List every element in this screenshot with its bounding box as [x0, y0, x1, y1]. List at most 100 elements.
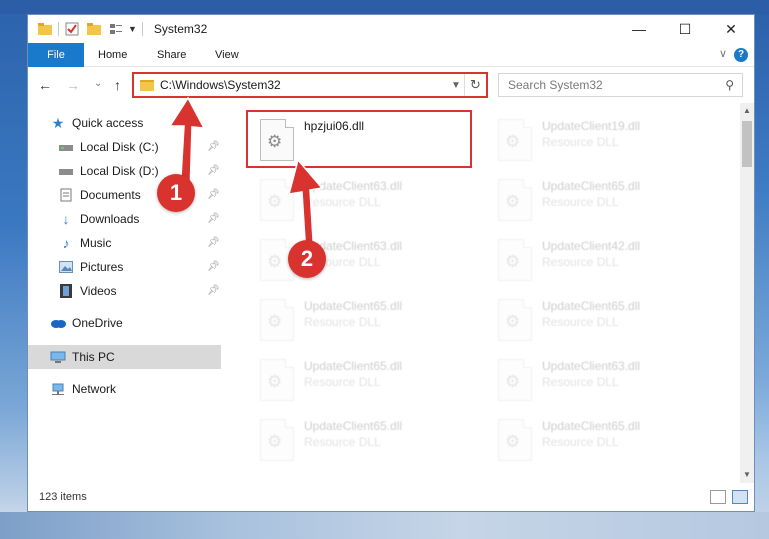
large-icons-view-icon[interactable] — [732, 490, 748, 504]
step-1-badge: 1 — [157, 174, 195, 212]
toolbar-separator — [58, 22, 59, 36]
minimize-button[interactable]: — — [616, 15, 662, 43]
dll-file-icon: ⚙ — [498, 179, 532, 221]
file-highlight-box — [246, 110, 472, 168]
sidebar-item-music[interactable]: ♪ Music — [58, 231, 112, 255]
search-input[interactable]: Search System32 ⚲ — [498, 73, 743, 97]
sidebar-item-documents[interactable]: Documents — [58, 183, 141, 207]
pictures-icon — [58, 259, 74, 275]
dll-file-icon: ⚙ — [498, 419, 532, 461]
desktop-background-bottom — [0, 512, 769, 539]
file-explorer-window: ▼ System32 — ☐ ✕ File Home Share View ∨ … — [27, 14, 755, 512]
documents-icon — [58, 187, 74, 203]
file-item[interactable]: ⚙ UpdateClient65.dll Resource DLL — [252, 415, 482, 467]
file-item[interactable]: ⚙ UpdateClient42.dll Resource DLL — [490, 235, 720, 287]
dll-file-icon: ⚙ — [498, 299, 532, 341]
dll-file-icon: ⚙ — [498, 239, 532, 281]
tab-share[interactable]: Share — [157, 43, 186, 67]
sidebar-item-local-disk-d[interactable]: Local Disk (D:) — [58, 159, 159, 183]
sidebar-item-network[interactable]: Network — [50, 377, 116, 401]
file-name: UpdateClient65.dll — [304, 419, 403, 433]
customize-toolbar-icon[interactable] — [108, 21, 124, 37]
expand-ribbon-icon[interactable]: ∨ — [719, 47, 727, 60]
item-count: 123 items — [39, 491, 87, 503]
refresh-icon[interactable]: ↻ — [464, 74, 486, 96]
sidebar-item-quick-access[interactable]: ★ Quick access — [50, 111, 144, 135]
new-folder-icon[interactable] — [86, 21, 102, 37]
dll-file-icon: ⚙ — [498, 119, 532, 161]
file-name: UpdateClient19.dll — [542, 119, 641, 133]
folder-icon[interactable] — [37, 21, 53, 37]
address-path[interactable]: C:\Windows\System32 — [160, 78, 448, 92]
search-icon[interactable]: ⚲ — [725, 78, 734, 92]
cloud-icon — [50, 315, 66, 331]
sidebar-item-label: Downloads — [80, 212, 140, 226]
file-name: UpdateClient65.dll — [304, 299, 403, 313]
sidebar-item-label: Local Disk (D:) — [80, 164, 159, 178]
dll-file-icon: ⚙ — [260, 299, 294, 341]
file-name: UpdateClient65.dll — [542, 299, 641, 313]
sidebar-item-label: Music — [80, 236, 112, 250]
sidebar-item-downloads[interactable]: ↓ Downloads — [58, 207, 140, 231]
sidebar-item-label: Pictures — [80, 260, 124, 274]
chevron-down-icon[interactable]: ▼ — [448, 80, 464, 91]
tab-home[interactable]: Home — [98, 43, 127, 67]
back-button[interactable]: ← — [38, 77, 52, 93]
sidebar-item-label: Videos — [80, 284, 117, 298]
sidebar-item-pictures[interactable]: Pictures — [58, 255, 123, 279]
sidebar-item-label: Quick access — [72, 116, 144, 130]
file-item[interactable]: ⚙ UpdateClient65.dll Resource DLL — [252, 355, 482, 407]
vertical-scrollbar[interactable]: ▲ ▼ — [740, 103, 754, 483]
pin-icon[interactable]: 📌︎ — [207, 213, 220, 224]
network-icon — [50, 381, 66, 397]
file-item[interactable]: ⚙ UpdateClient65.dll Resource DLL — [490, 175, 720, 227]
qa-dropdown-icon[interactable]: ▼ — [128, 24, 137, 34]
drive-icon — [58, 139, 74, 155]
download-icon: ↓ — [62, 211, 70, 227]
ribbon-tabs: File Home Share View ∨ ? — [28, 43, 754, 67]
details-view-icon[interactable] — [710, 490, 726, 504]
sidebar-item-label: Local Disk (C:) — [80, 140, 159, 154]
videos-icon — [58, 283, 74, 299]
navigation-bar: ← → ⌄ ↑ C:\Windows\System32 ▼ ↻ Search S… — [28, 67, 754, 103]
forward-button[interactable]: → — [66, 77, 80, 93]
sidebar-item-label: Documents — [80, 188, 141, 202]
sidebar-item-label: This PC — [72, 350, 115, 364]
scroll-thumb[interactable] — [742, 121, 752, 167]
tab-view[interactable]: View — [215, 43, 239, 67]
dll-file-icon: ⚙ — [498, 359, 532, 401]
close-button[interactable]: ✕ — [708, 15, 754, 43]
file-item[interactable]: ⚙ UpdateClient19.dll Resource DLL — [490, 115, 720, 167]
file-type: Resource DLL — [542, 195, 619, 209]
file-type: Resource DLL — [542, 375, 619, 389]
up-button[interactable]: ↑ — [114, 77, 121, 93]
scroll-up-icon[interactable]: ▲ — [740, 103, 754, 119]
file-item[interactable]: ⚙ UpdateClient65.dll Resource DLL — [490, 415, 720, 467]
window-title: System32 — [153, 22, 208, 36]
tab-file[interactable]: File — [28, 43, 84, 67]
file-item[interactable]: ⚙ UpdateClient63.dll Resource DLL — [490, 355, 720, 407]
sidebar-item-local-disk-c[interactable]: Local Disk (C:) — [58, 135, 159, 159]
file-name: UpdateClient65.dll — [304, 359, 403, 373]
scroll-down-icon[interactable]: ▼ — [740, 467, 754, 483]
file-item[interactable]: ⚙ UpdateClient65.dll Resource DLL — [490, 295, 720, 347]
pin-icon[interactable]: 📌︎ — [207, 285, 220, 296]
pin-icon[interactable]: 📌︎ — [207, 237, 220, 248]
help-icon[interactable]: ? — [734, 48, 748, 62]
file-type: Resource DLL — [304, 315, 381, 329]
recent-locations-button[interactable]: ⌄ — [94, 78, 102, 89]
star-icon: ★ — [51, 114, 65, 131]
sidebar-item-onedrive[interactable]: OneDrive — [50, 311, 123, 335]
sidebar-item-label: Network — [72, 382, 117, 396]
pin-icon[interactable]: 📌︎ — [207, 261, 220, 272]
maximize-button[interactable]: ☐ — [662, 15, 708, 43]
file-type: Resource DLL — [304, 435, 381, 449]
address-bar[interactable]: C:\Windows\System32 ▼ ↻ — [132, 72, 488, 98]
sidebar-item-label: OneDrive — [72, 316, 123, 330]
sidebar-item-videos[interactable]: Videos — [58, 279, 116, 303]
file-item[interactable]: ⚙ UpdateClient65.dll Resource DLL — [252, 295, 482, 347]
dll-file-icon: ⚙ — [260, 419, 294, 461]
properties-icon[interactable] — [64, 21, 80, 37]
sidebar-item-this-pc[interactable]: This PC — [28, 345, 221, 369]
title-bar: ▼ System32 — ☐ ✕ — [28, 15, 754, 43]
